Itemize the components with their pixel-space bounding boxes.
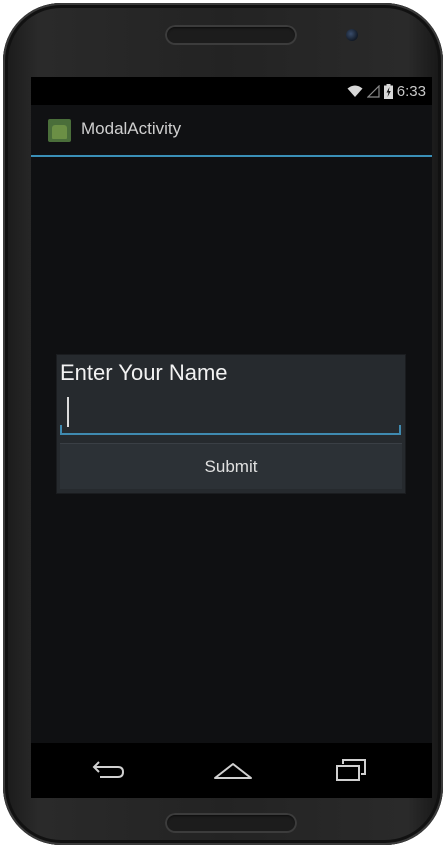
android-app-icon[interactable] xyxy=(48,119,71,142)
name-dialog: Enter Your Name Submit xyxy=(57,355,405,493)
status-icons: 6:33 xyxy=(347,82,426,100)
wifi-icon xyxy=(347,85,363,97)
bottom-speaker xyxy=(165,813,297,833)
input-underline-edge-right xyxy=(399,425,401,433)
back-icon xyxy=(92,761,125,778)
status-bar: 6:33 xyxy=(31,77,432,105)
status-time: 6:33 xyxy=(396,82,426,100)
action-bar: ModalActivity xyxy=(31,105,432,157)
input-underline-edge-left xyxy=(60,425,62,433)
recent-apps-button[interactable] xyxy=(326,753,376,789)
name-input[interactable] xyxy=(60,395,401,435)
device-screen: 6:33 ModalActivity Enter Your Name Submi… xyxy=(31,77,432,798)
home-button[interactable] xyxy=(208,753,258,789)
earpiece-speaker xyxy=(165,25,297,45)
recent-apps-icon xyxy=(336,759,366,781)
battery-charging-icon xyxy=(383,83,393,99)
submit-button[interactable]: Submit xyxy=(60,443,402,489)
text-cursor xyxy=(67,397,69,427)
back-button[interactable] xyxy=(83,753,133,789)
phone-frame: 6:33 ModalActivity Enter Your Name Submi… xyxy=(3,3,443,845)
navigation-bar xyxy=(31,743,432,798)
app-title: ModalActivity xyxy=(81,119,182,138)
front-camera-icon xyxy=(346,29,358,41)
proximity-sensor xyxy=(129,31,159,40)
dialog-title: Enter Your Name xyxy=(60,360,228,385)
home-icon xyxy=(214,763,252,779)
signal-icon xyxy=(366,84,380,98)
